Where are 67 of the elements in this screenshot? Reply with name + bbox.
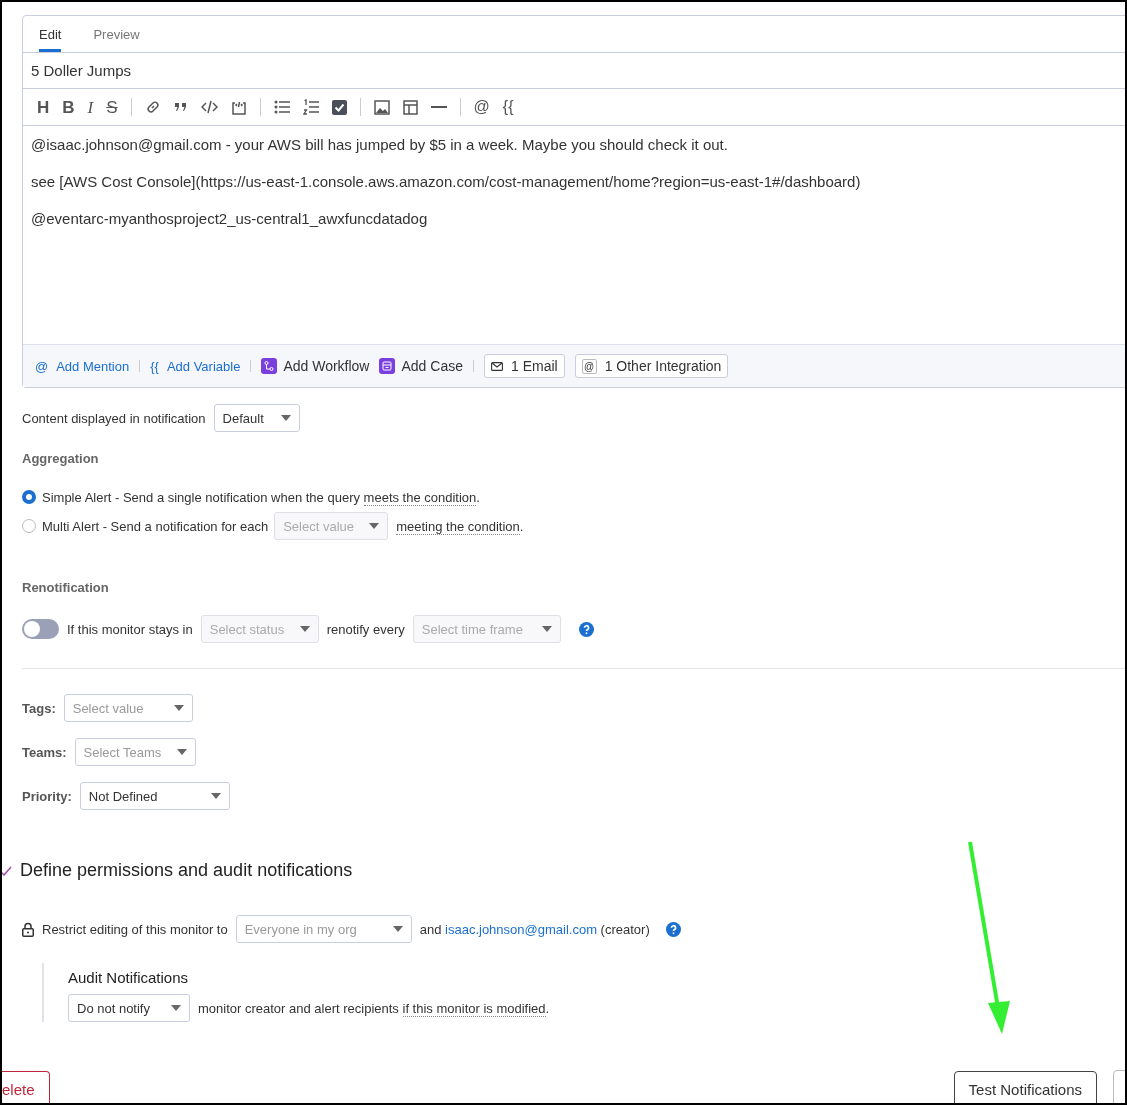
- add-link[interactable]: Add Workflow: [283, 358, 370, 374]
- format-tool[interactable]: H: [37, 98, 50, 116]
- title-field[interactable]: 5 Doller Jumps: [23, 53, 1125, 89]
- radio-button[interactable]: [22, 490, 36, 504]
- dropdown[interactable]: Do not notify: [68, 994, 190, 1022]
- checkbox-icon[interactable]: [331, 99, 347, 115]
- field-label: Teams:: [22, 744, 67, 760]
- email-link[interactable]: isaac.johnson@gmail.com: [445, 921, 597, 937]
- caret-icon: [176, 749, 187, 755]
- workflow-icon: [261, 358, 278, 374]
- field-label: renotify every: [326, 621, 405, 637]
- link-icon[interactable]: [144, 99, 161, 115]
- lock-icon: [22, 921, 34, 937]
- option-label: Multi Alert - Send a notification for each: [42, 518, 269, 534]
- bullet-list-icon[interactable]: [273, 100, 290, 114]
- recipient-chip[interactable]: 1 Email: [483, 354, 565, 378]
- recipient-chip[interactable]: @ 1 Other Integration: [574, 354, 729, 378]
- section-heading: Aggregation: [22, 451, 100, 466]
- code-block-icon[interactable]: [230, 99, 247, 115]
- add-link[interactable]: {{ Add Variable: [150, 358, 241, 374]
- delete-button[interactable]: elete: [2, 1071, 50, 1103]
- caret-icon: [299, 626, 310, 632]
- field-label: Restrict editing of this monitor to: [42, 921, 228, 937]
- field-label: Content displayed in notification: [22, 410, 206, 426]
- help-icon[interactable]: [578, 621, 594, 637]
- section-heading: Define permissions and audit notifications: [20, 860, 353, 881]
- help-icon[interactable]: [665, 921, 681, 937]
- editor-tab[interactable]: Edit: [39, 16, 62, 52]
- caret-icon: [280, 415, 291, 421]
- dropdown[interactable]: Not Defined: [79, 782, 230, 810]
- audit-description: monitor creator and alert recipients if this monitor is modified.: [198, 1000, 550, 1016]
- quote-icon[interactable]: [173, 101, 188, 113]
- field-label: Priority:: [22, 788, 72, 804]
- table-icon[interactable]: [402, 99, 418, 115]
- code-icon[interactable]: [200, 100, 218, 114]
- case-icon: [379, 358, 396, 374]
- caret-icon: [369, 523, 380, 529]
- message-body-field[interactable]: @isaac.johnson@gmail.com - your AWS bill has jumped by $5 in a week. Maybe you should check it out. see [AWS Cost Console](https://us-east-1.console.aws.amazon.com/cost-management/home?region=us-east-1#/dashboard) @eventarc-myanthosproject2_us-central1_awxfuncdatadog: [23, 126, 1125, 344]
- caret-icon: [541, 626, 552, 632]
- dropdown[interactable]: Default: [213, 404, 300, 432]
- check-icon: [2, 865, 12, 876]
- image-icon[interactable]: [373, 99, 390, 115]
- creator-text: and isaac.johnson@gmail.com (creator): [419, 921, 650, 937]
- add-link[interactable]: @ Add Mention: [35, 358, 130, 374]
- envelope-icon: [490, 361, 503, 371]
- action-button[interactable]: Test Notifications: [953, 1071, 1097, 1103]
- caret-icon: [210, 793, 221, 799]
- add-link[interactable]: Add Case: [401, 358, 463, 374]
- subsection-heading: Audit Notifications: [68, 968, 190, 986]
- toggle-switch[interactable]: [22, 619, 59, 639]
- field-label: If this monitor stays in: [67, 621, 193, 637]
- format-tool[interactable]: S: [106, 98, 118, 116]
- caret-icon: [173, 705, 184, 711]
- condition-hint: meeting the condition.: [396, 518, 524, 534]
- format-tool[interactable]: {{: [502, 99, 514, 115]
- format-tool[interactable]: B: [62, 98, 75, 116]
- format-tool[interactable]: @: [473, 99, 490, 115]
- radio-button[interactable]: [22, 519, 36, 533]
- caret-icon: [171, 1005, 181, 1011]
- numbered-list-icon[interactable]: [302, 99, 319, 115]
- editor-tab[interactable]: Preview: [93, 16, 140, 52]
- caret-icon: [392, 926, 403, 932]
- horizontal-rule-icon[interactable]: [430, 106, 447, 108]
- field-label: Tags:: [22, 700, 56, 716]
- format-tool[interactable]: I: [87, 98, 94, 116]
- option-label: Simple Alert - Send a single notification when the query meets the condition.: [42, 489, 480, 505]
- section-heading: Renotification: [22, 580, 110, 595]
